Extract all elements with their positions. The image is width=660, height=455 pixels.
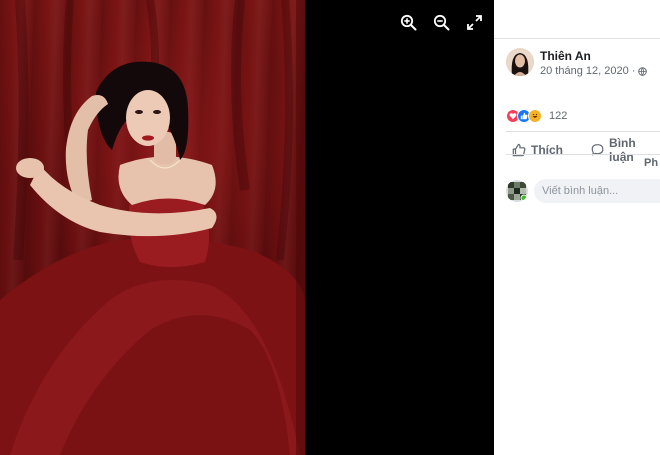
post-actions: Thích Bình luận [512,136,660,164]
reactions-summary[interactable]: 122 [506,109,567,123]
author-avatar[interactable] [506,48,534,76]
reaction-count: 122 [549,110,568,122]
more-comments-link[interactable]: Ph [644,157,658,169]
photo-viewer [0,0,494,455]
actions-divider-top [506,131,660,132]
top-divider [494,38,660,39]
post-photo [0,0,305,455]
globe-icon [638,66,648,76]
zoom-in-icon [400,14,416,30]
current-user-avatar[interactable] [506,180,528,202]
actions-divider-bottom [506,154,660,155]
avatar-image [506,48,534,76]
post-header: Thiên An 20 tháng 12, 2020 · [506,48,648,78]
meta-separator: · [631,65,636,77]
author-name[interactable]: Thiên An [540,48,647,64]
viewer-toolbar [398,12,484,32]
zoom-out-button[interactable] [431,12,451,32]
post-meta: 20 tháng 12, 2020 · [540,64,648,78]
zoom-out-icon [433,14,449,30]
pixelated-avatar-image [506,180,528,202]
comment-composer [506,179,660,203]
fullscreen-icon [466,14,482,30]
fullscreen-button[interactable] [464,12,484,32]
comment-input[interactable] [534,179,660,203]
post-date[interactable]: 20 tháng 12, 2020 [540,64,629,78]
photo-illustration [0,0,305,455]
haha-icon [528,109,542,123]
zoom-in-button[interactable] [398,12,418,32]
post-side-panel: Thiên An 20 tháng 12, 2020 · 122 Thích B… [494,0,660,455]
